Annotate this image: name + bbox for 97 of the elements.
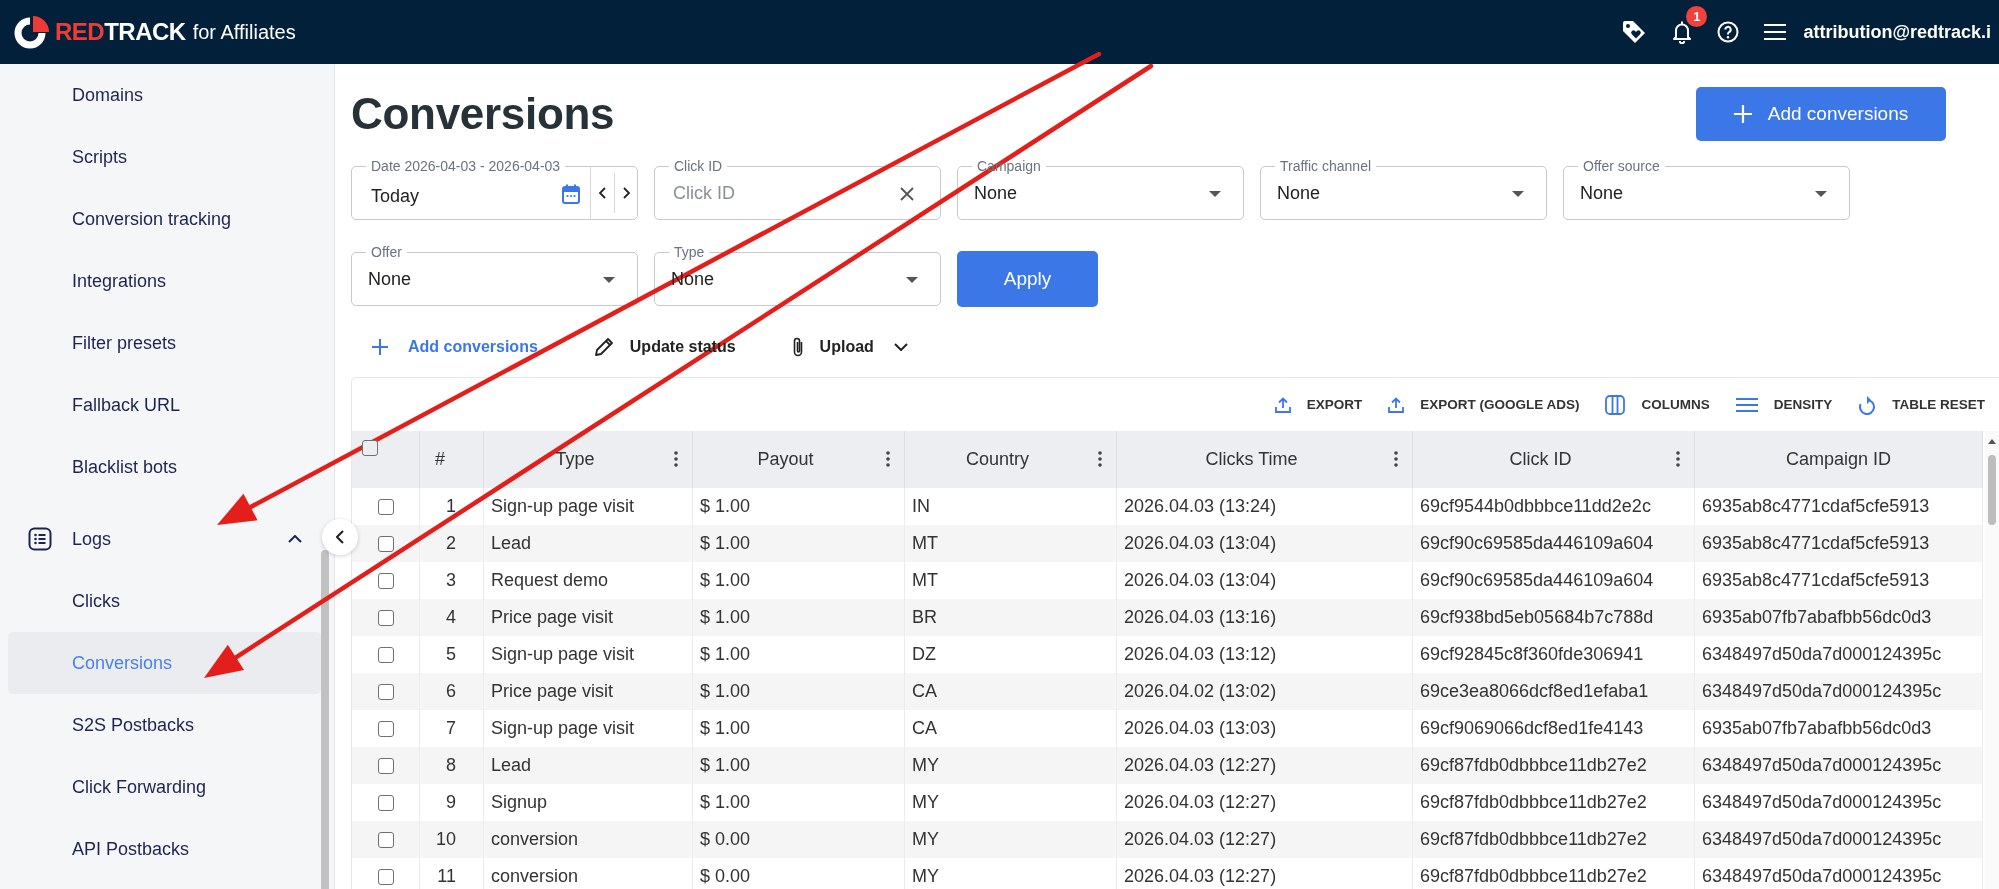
apply-button[interactable]: Apply — [957, 251, 1098, 307]
help-icon[interactable] — [1717, 21, 1740, 43]
dropdown-field[interactable]: Offer source None — [1563, 158, 1850, 220]
sidebar-section[interactable]: Logs — [0, 508, 312, 570]
more-icon[interactable] — [1394, 451, 1398, 467]
row-checkbox[interactable] — [377, 683, 394, 700]
sidebar-item[interactable]: S2S Postbacks — [0, 694, 334, 756]
table-cell: MY — [905, 858, 1117, 889]
sidebar-item[interactable]: Blacklist bots — [0, 436, 334, 498]
density-button[interactable]: DENSITY — [1735, 396, 1833, 413]
column-header[interactable]: Payout — [757, 449, 814, 470]
sidebar-item[interactable]: Click Forwarding — [0, 756, 334, 818]
sidebar-item[interactable]: API Postbacks — [0, 818, 334, 880]
field-label: Click ID — [673, 158, 724, 174]
column-header[interactable]: Click ID — [1509, 449, 1572, 470]
sidebar-item[interactable]: Fallback URL — [0, 374, 334, 436]
horizontal-lines-icon — [1735, 396, 1758, 413]
export-button[interactable]: EXPORT (GOOGLE ADS) — [1388, 396, 1580, 413]
chevron-down-icon — [893, 343, 908, 351]
row-checkbox[interactable] — [377, 535, 394, 552]
logo-icon — [13, 14, 49, 50]
dropdown-caret-icon — [1209, 190, 1221, 197]
column-header[interactable]: # — [435, 449, 445, 470]
dropdown-field[interactable]: Traffic channel None — [1260, 158, 1547, 220]
row-checkbox[interactable] — [377, 609, 394, 626]
row-checkbox[interactable] — [377, 498, 394, 515]
row-checkbox[interactable] — [377, 757, 394, 774]
table-cell: 2026.04.03 (12:27) — [1117, 858, 1413, 889]
circular-arrow-icon — [1858, 394, 1877, 415]
pencil-icon — [593, 337, 614, 357]
select-all-checkbox[interactable] — [362, 440, 378, 456]
row-checkbox[interactable] — [377, 572, 394, 589]
more-icon[interactable] — [1676, 451, 1680, 467]
arrow-up-tray-icon — [1388, 396, 1405, 413]
table-reset-button[interactable]: TABLE RESET — [1858, 394, 1985, 415]
add-conversions-button[interactable]: Add conversions — [1696, 87, 1946, 141]
sidebar-item[interactable]: Integrations — [0, 250, 334, 312]
chevron-left-icon — [336, 530, 344, 544]
page-title: Conversions — [351, 89, 615, 139]
row-checkbox[interactable] — [377, 720, 394, 737]
brand-tagline: for Affiliates — [192, 20, 296, 44]
column-header[interactable]: Country — [966, 449, 1029, 470]
dropdown-caret-icon — [906, 276, 918, 283]
more-icon[interactable] — [1098, 451, 1102, 467]
sidebar-item[interactable]: Conversion tracking — [0, 188, 334, 250]
sidebar-scrollbar[interactable] — [321, 550, 329, 889]
account-email[interactable]: attribution@redtrack.i — [1803, 21, 1991, 43]
row-checkbox[interactable] — [377, 868, 394, 885]
field-label: Offer — [370, 244, 403, 260]
tag-heart-icon[interactable] — [1621, 19, 1648, 45]
more-icon[interactable] — [674, 451, 678, 467]
arrow-up-tray-icon — [1274, 396, 1291, 413]
dropdown-field[interactable]: Offer None — [351, 244, 638, 306]
table-cell: conversion — [484, 858, 693, 889]
field-label: Date 2026-04-03 - 2026-04-03 — [370, 158, 562, 174]
brand-name: REDTRACK — [55, 18, 186, 46]
bell-icon[interactable] — [1671, 20, 1694, 44]
export-button[interactable]: EXPORT — [1274, 396, 1363, 413]
field-label: Traffic channel — [1279, 158, 1373, 174]
upload-button[interactable]: Upload — [791, 336, 908, 358]
click-id-field[interactable]: Click ID Click ID — [654, 158, 941, 220]
table-cell: 69cf87fdb0dbbbce11db27e2 — [1413, 858, 1695, 889]
table-cell: 6348497d50da7d000124395c — [1695, 858, 1983, 889]
more-icon[interactable] — [886, 451, 890, 467]
notification-badge: 1 — [1686, 6, 1708, 27]
column-layout-icon — [1605, 394, 1626, 415]
chevron-left-icon — [599, 186, 606, 199]
sidebar-item[interactable]: Scripts — [0, 126, 334, 188]
plus-icon — [1733, 105, 1752, 123]
add-conversions-link[interactable]: Add conversions — [372, 338, 538, 356]
table-cell: 11 — [420, 858, 484, 889]
menu-icon[interactable] — [1763, 23, 1788, 41]
table-cell: $ 0.00 — [693, 858, 905, 889]
column-header[interactable]: Type — [555, 449, 595, 470]
paperclip-icon — [791, 336, 804, 358]
dropdown-caret-icon — [1815, 190, 1827, 197]
list-icon — [28, 527, 52, 551]
row-checkbox[interactable] — [377, 794, 394, 811]
clear-icon[interactable] — [900, 186, 914, 201]
table-scrollbar[interactable] — [1985, 431, 1999, 889]
column-header[interactable]: Clicks Time — [1205, 449, 1298, 470]
chevron-right-icon — [622, 186, 630, 199]
row-checkbox[interactable] — [377, 646, 394, 663]
date-range-field[interactable]: Date 2026-04-03 - 2026-04-03 Today — [351, 158, 638, 220]
calendar-icon[interactable] — [562, 183, 580, 204]
sidebar-item[interactable]: Clicks — [0, 570, 334, 632]
columns-button[interactable]: COLUMNS — [1605, 394, 1710, 415]
field-label: Type — [673, 244, 706, 260]
sidebar-item[interactable]: Filter presets — [0, 312, 334, 374]
field-label: Offer source — [1582, 158, 1661, 174]
column-header[interactable]: Campaign ID — [1785, 449, 1891, 470]
dropdown-caret-icon — [603, 276, 615, 283]
plus-icon — [372, 339, 388, 355]
dropdown-caret-icon — [1512, 190, 1524, 197]
row-checkbox[interactable] — [377, 831, 394, 848]
sidebar-item[interactable]: Domains — [0, 64, 334, 126]
click-id-input[interactable]: Click ID — [671, 183, 900, 204]
